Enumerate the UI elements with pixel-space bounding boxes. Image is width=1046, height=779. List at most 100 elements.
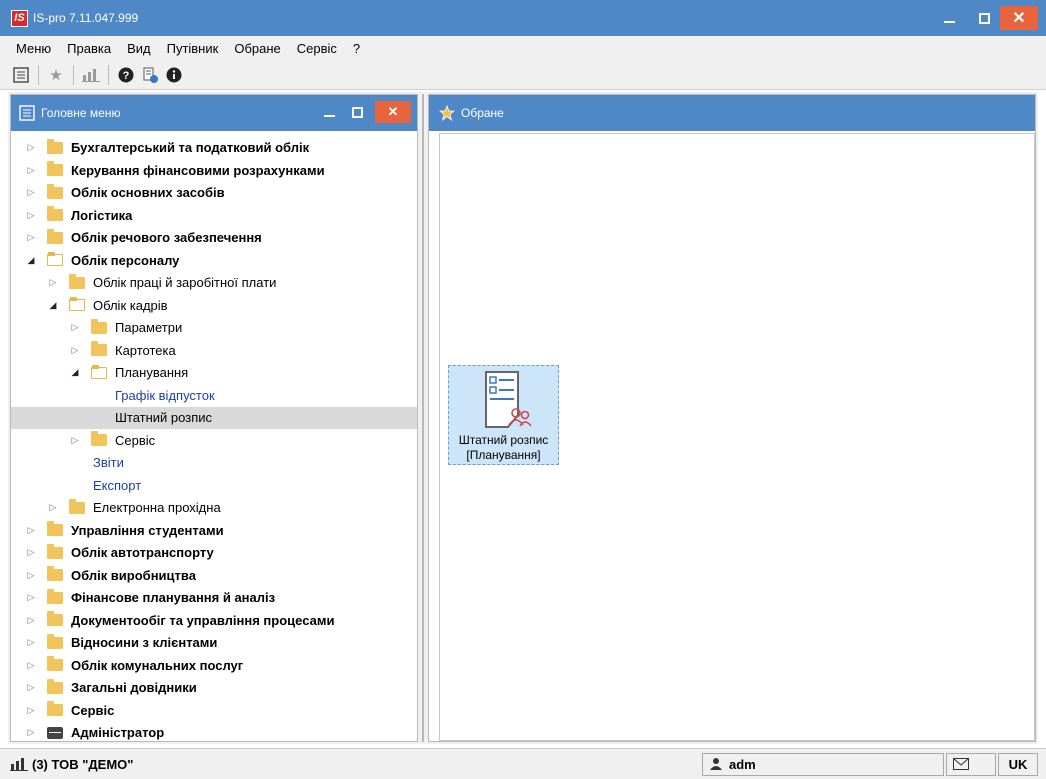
expand-arrow-icon[interactable]: ▷: [25, 142, 37, 153]
collapse-arrow-icon[interactable]: ◢: [47, 300, 59, 311]
tree-node[interactable]: Штатний розпис: [11, 406, 417, 429]
help-icon[interactable]: ?: [117, 66, 135, 84]
expand-arrow-icon[interactable]: ▷: [69, 322, 81, 333]
expand-arrow-icon[interactable]: ▷: [25, 187, 37, 198]
favorite-tile-staff-schedule[interactable]: Штатний розпис [Планування]: [448, 365, 559, 465]
status-company[interactable]: (3) ТОВ "ДЕМО": [4, 753, 700, 776]
tile-caption-line2: [Планування]: [466, 448, 541, 462]
expand-arrow-icon[interactable]: ▷: [25, 570, 37, 581]
expand-arrow-icon[interactable]: ▷: [25, 615, 37, 626]
status-language[interactable]: UK: [998, 752, 1038, 776]
panel-close-button[interactable]: ✕: [375, 101, 411, 123]
menu-item-favorites[interactable]: Обране: [226, 41, 288, 56]
maximize-icon: [351, 106, 363, 118]
star-icon[interactable]: ★: [47, 66, 65, 84]
tree-node[interactable]: ▷ Сервіс: [11, 699, 417, 722]
close-button[interactable]: ✕: [1000, 6, 1038, 30]
context-help-icon[interactable]: [141, 66, 159, 84]
expand-arrow-icon[interactable]: ▷: [47, 502, 59, 513]
folder-icon: [47, 566, 63, 582]
tree-node[interactable]: Звіти: [11, 452, 417, 475]
tree-node[interactable]: ◢ Облік кадрів: [11, 294, 417, 317]
tree-node-label: Параметри: [115, 320, 183, 336]
tree-node[interactable]: ▷ Облік праці й заробітної плати: [11, 272, 417, 295]
status-mail[interactable]: [946, 752, 996, 776]
tree-node[interactable]: ▷ Відносини з клієнтами: [11, 632, 417, 655]
expand-arrow-icon[interactable]: ▷: [25, 660, 37, 671]
toolbox-icon: [47, 726, 63, 739]
tree-node[interactable]: ▷ Облік комунальних послуг: [11, 654, 417, 677]
tree-node[interactable]: ▷ Керування фінансовими розрахунками: [11, 159, 417, 182]
expand-arrow-icon[interactable]: ▷: [25, 637, 37, 648]
expand-arrow-icon[interactable]: ▷: [69, 345, 81, 356]
expand-arrow-icon[interactable]: ▷: [25, 592, 37, 603]
menu-item-service[interactable]: Сервіс: [289, 41, 345, 56]
tree-node[interactable]: ▷ Логістика: [11, 204, 417, 227]
tree-node[interactable]: ▷ Параметри: [11, 317, 417, 340]
tree-node-label: Документообіг та управління процесами: [71, 612, 335, 628]
expand-arrow-icon[interactable]: ▷: [25, 525, 37, 536]
menu-tree-icon[interactable]: [12, 66, 30, 84]
tree-node-label: Фінансове планування й аналіз: [71, 590, 276, 606]
tree-node[interactable]: ▷ Загальні довідники: [11, 677, 417, 700]
collapse-arrow-icon[interactable]: ◢: [69, 367, 81, 378]
window-controls: ✕: [930, 0, 1046, 36]
collapse-arrow-icon[interactable]: ◢: [25, 255, 37, 266]
folder-icon: [47, 633, 63, 649]
favorites-title: Обране: [461, 106, 504, 120]
tree-node[interactable]: ◢ Планування: [11, 362, 417, 385]
expand-arrow-icon[interactable]: ▷: [47, 277, 59, 288]
expand-arrow-icon[interactable]: ▷: [69, 435, 81, 446]
tree-node[interactable]: ▷ Управління студентами: [11, 519, 417, 542]
expand-arrow-icon[interactable]: ▷: [25, 547, 37, 558]
folder-icon: [47, 161, 63, 177]
panel-minimize-button[interactable]: [315, 101, 343, 123]
tree-node[interactable]: Графік відпусток: [11, 384, 417, 407]
tree-node-label: Облік автотранспорту: [71, 545, 214, 561]
tree-node-label: Планування: [115, 365, 189, 381]
tree-node[interactable]: ▷ Бухгалтерський та податковий облік: [11, 137, 417, 160]
tree-node-label: Електронна прохідна: [93, 500, 221, 516]
chart-icon[interactable]: [82, 66, 100, 84]
minimize-button[interactable]: [933, 6, 965, 30]
tree-node[interactable]: ▷ Сервіс: [11, 429, 417, 452]
folder-icon: [91, 431, 107, 447]
tree-node[interactable]: ▷ Електронна прохідна: [11, 497, 417, 520]
menu-item-view[interactable]: Вид: [119, 41, 159, 56]
menu-item-help[interactable]: ?: [345, 41, 368, 56]
tree-node[interactable]: ▷ Адміністратор: [11, 722, 417, 745]
tree-node[interactable]: Експорт: [11, 474, 417, 497]
folder-icon: [69, 498, 85, 514]
expand-arrow-icon[interactable]: ▷: [25, 727, 37, 738]
tree-node[interactable]: ▷ Облік автотранспорту: [11, 542, 417, 565]
tree-node[interactable]: ▷ Документообіг та управління процесами: [11, 609, 417, 632]
window-title: IS-pro 7.11.047.999: [33, 11, 139, 25]
expand-arrow-icon[interactable]: ▷: [25, 232, 37, 243]
tree-node[interactable]: ▷ Облік виробництва: [11, 564, 417, 587]
expand-arrow-icon[interactable]: ▷: [25, 165, 37, 176]
menu-item-guide[interactable]: Путівник: [159, 41, 227, 56]
tree-node-label: Облік праці й заробітної плати: [93, 275, 277, 291]
main-menu-icon: [19, 105, 35, 121]
info-icon[interactable]: [165, 66, 183, 84]
tree-node[interactable]: ▷ Картотека: [11, 339, 417, 362]
tree-node-label: Облік виробництва: [71, 567, 196, 583]
panel-splitter[interactable]: [418, 94, 428, 742]
expand-arrow-icon[interactable]: ▷: [25, 210, 37, 221]
menu-item-edit[interactable]: Правка: [59, 41, 119, 56]
status-user[interactable]: adm: [702, 752, 944, 776]
tree-node[interactable]: ▷ Облік основних засобів: [11, 182, 417, 205]
panel-maximize-button[interactable]: [343, 101, 371, 123]
expand-arrow-icon[interactable]: ▷: [25, 705, 37, 716]
tree-node-label: Графік відпусток: [115, 387, 215, 403]
tree-node[interactable]: ◢ Облік персоналу: [11, 249, 417, 272]
tree-node-label: Відносини з клієнтами: [71, 635, 218, 651]
expand-arrow-icon[interactable]: ▷: [25, 682, 37, 693]
tree-node[interactable]: ▷ Облік речового забезпечення: [11, 227, 417, 250]
maximize-button[interactable]: [968, 6, 1000, 30]
status-bar: (3) ТОВ "ДЕМО" adm UK: [0, 748, 1046, 779]
tree-node[interactable]: ▷ Фінансове планування й аналіз: [11, 587, 417, 610]
tree-node-label: Керування фінансовими розрахунками: [71, 162, 325, 178]
menu-item-menu[interactable]: Меню: [8, 41, 59, 56]
svg-text:?: ?: [123, 70, 130, 82]
